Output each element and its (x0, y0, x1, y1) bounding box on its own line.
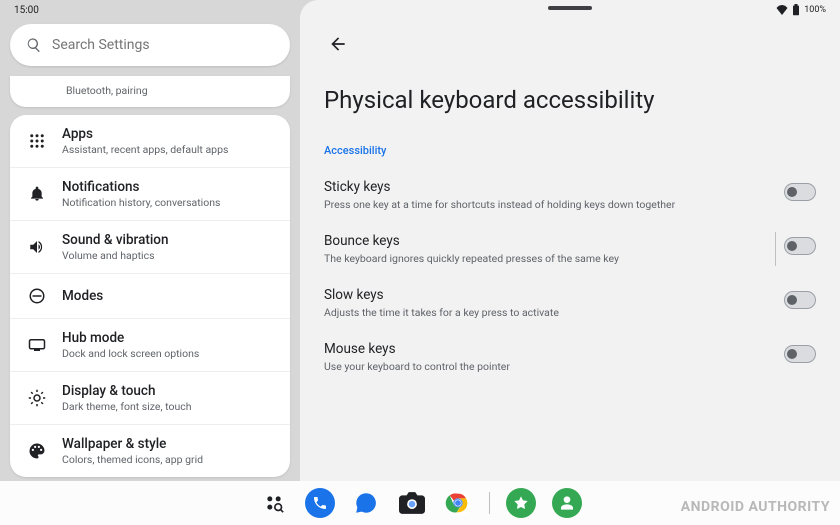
back-button[interactable] (324, 30, 352, 58)
modes-icon (26, 285, 48, 307)
page-title: Physical keyboard accessibility (324, 86, 816, 114)
camera-app-icon[interactable] (397, 488, 427, 518)
option-title: Slow keys (324, 287, 559, 303)
sidebar-item-subtitle: Colors, themed icons, app grid (62, 453, 203, 466)
sidebar-item-title: Notifications (62, 179, 220, 195)
option-sticky-keys[interactable]: Sticky keys Press one key at a time for … (324, 179, 816, 211)
detail-pane: Physical keyboard accessibility Accessib… (300, 0, 840, 525)
status-bar: 15:00 100% (0, 0, 840, 20)
search-settings[interactable] (10, 24, 290, 66)
sidebar-item-modes[interactable]: Modes (10, 274, 290, 319)
brightness-icon (26, 387, 48, 409)
content-area: Bluetooth, pairing Apps Assistant, recen… (0, 0, 840, 525)
option-bounce-keys[interactable]: Bounce keys The keyboard ignores quickly… (324, 233, 816, 265)
option-mouse-keys[interactable]: Mouse keys Use your keyboard to control … (324, 341, 816, 373)
status-time: 15:00 (14, 5, 39, 16)
messages-app-icon[interactable] (351, 488, 381, 518)
sidebar-item-title: Sound & vibration (62, 232, 168, 248)
sidebar-item-title: Apps (62, 126, 228, 142)
status-right: 100% (776, 4, 826, 16)
option-subtitle: Use your keyboard to control the pointer (324, 360, 510, 373)
settings-sidebar: Bluetooth, pairing Apps Assistant, recen… (0, 0, 300, 525)
search-icon (26, 37, 42, 53)
battery-icon (792, 4, 800, 16)
arrow-back-icon (328, 34, 348, 54)
chrome-app-icon[interactable] (443, 488, 473, 518)
toggle-bounce-keys[interactable] (784, 237, 816, 255)
sidebar-item-title: Hub mode (62, 330, 199, 346)
sidebar-item-notifications[interactable]: Notifications Notification history, conv… (10, 168, 290, 221)
hub-mode-icon (26, 334, 48, 356)
sidebar-item-subtitle: Bluetooth, pairing (66, 84, 148, 97)
search-input[interactable] (52, 37, 274, 53)
phone-app-icon[interactable] (305, 488, 335, 518)
toggle-sticky-keys[interactable] (784, 183, 816, 201)
option-subtitle: Adjusts the time it takes for a key pres… (324, 306, 559, 319)
taskbar-separator (489, 492, 490, 514)
section-label: Accessibility (324, 144, 816, 157)
sidebar-item-title: Wallpaper & style (62, 436, 203, 452)
recent-app-1-icon[interactable] (506, 488, 536, 518)
apps-icon (26, 130, 48, 152)
sidebar-item-hub-mode[interactable]: Hub mode Dock and lock screen options (10, 319, 290, 372)
battery-percent: 100% (804, 5, 826, 15)
sidebar-item-subtitle: Volume and haptics (62, 249, 168, 262)
sidebar-item-connected-stub[interactable]: Bluetooth, pairing (10, 76, 290, 107)
sidebar-item-subtitle: Assistant, recent apps, default apps (62, 143, 228, 156)
option-divider (775, 232, 776, 266)
option-title: Sticky keys (324, 179, 675, 195)
sidebar-item-title: Display & touch (62, 383, 192, 399)
settings-list: Apps Assistant, recent apps, default app… (10, 115, 290, 477)
bell-icon (26, 183, 48, 205)
sidebar-item-apps[interactable]: Apps Assistant, recent apps, default app… (10, 115, 290, 168)
sidebar-item-subtitle: Dark theme, font size, touch (62, 400, 192, 413)
wifi-icon (776, 5, 788, 15)
palette-icon (26, 440, 48, 462)
option-title: Bounce keys (324, 233, 619, 249)
sidebar-item-title: Modes (62, 288, 103, 304)
option-title: Mouse keys (324, 341, 510, 357)
tablet-screen: 15:00 100% Bluetooth, pairing (0, 0, 840, 525)
app-drawer-button[interactable] (259, 488, 289, 518)
option-subtitle: The keyboard ignores quickly repeated pr… (324, 252, 619, 265)
sidebar-item-subtitle: Dock and lock screen options (62, 347, 199, 360)
toggle-mouse-keys[interactable] (784, 345, 816, 363)
option-subtitle: Press one key at a time for shortcuts in… (324, 198, 675, 211)
sidebar-item-sound[interactable]: Sound & vibration Volume and haptics (10, 221, 290, 274)
option-slow-keys[interactable]: Slow keys Adjusts the time it takes for … (324, 287, 816, 319)
toggle-slow-keys[interactable] (784, 291, 816, 309)
sidebar-item-subtitle: Notification history, conversations (62, 196, 220, 209)
sidebar-item-display[interactable]: Display & touch Dark theme, font size, t… (10, 372, 290, 425)
watermark: ANDROID AUTHORITY (681, 499, 830, 515)
volume-icon (26, 236, 48, 258)
sidebar-item-wallpaper[interactable]: Wallpaper & style Colors, themed icons, … (10, 425, 290, 477)
recent-app-2-icon[interactable] (552, 488, 582, 518)
